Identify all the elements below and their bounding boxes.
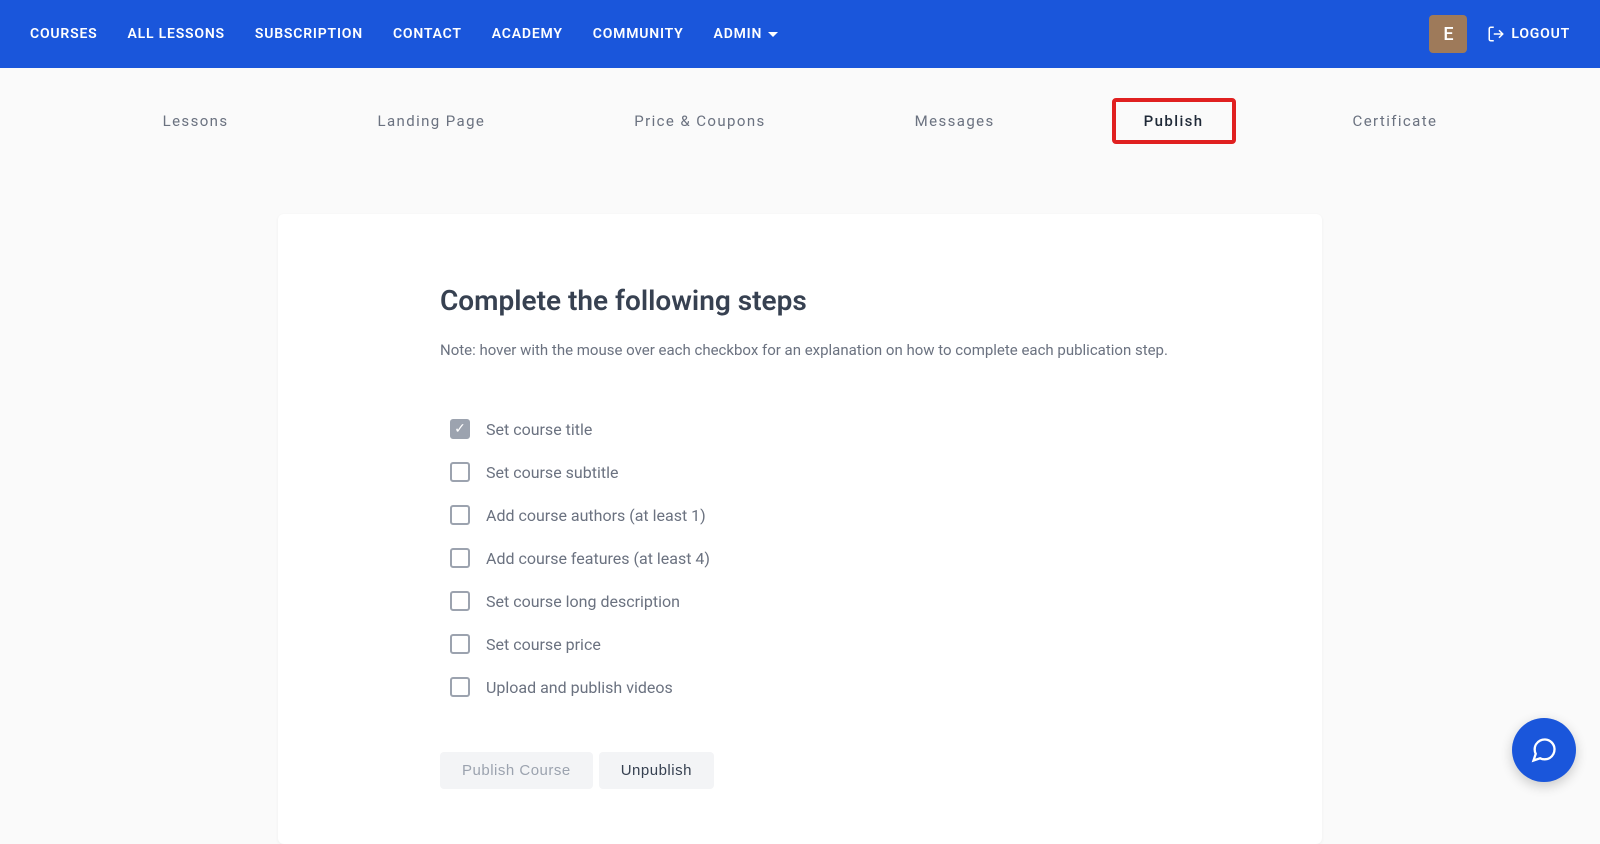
check-label: Add course authors (at least 1): [486, 506, 706, 525]
card-inner: Complete the following steps Note: hover…: [278, 284, 1322, 789]
nav-courses[interactable]: COURSES: [30, 26, 97, 42]
check-item-price[interactable]: Set course price: [450, 634, 1322, 654]
checkbox-icon: [450, 505, 470, 525]
checkbox-icon: [450, 634, 470, 654]
page-title: Complete the following steps: [440, 284, 1322, 317]
tab-landing-page[interactable]: Landing Page: [346, 98, 518, 144]
checkbox-icon: [450, 548, 470, 568]
check-label: Add course features (at least 4): [486, 549, 710, 568]
page-note: Note: hover with the mouse over each che…: [440, 341, 1322, 359]
top-nav: COURSES ALL LESSONS SUBSCRIPTION CONTACT…: [0, 0, 1600, 68]
publish-card: Complete the following steps Note: hover…: [278, 214, 1322, 844]
checkbox-icon: [450, 591, 470, 611]
checkbox-icon: ✓: [450, 419, 470, 439]
nav-community[interactable]: COMMUNITY: [593, 26, 684, 42]
check-item-features[interactable]: Add course features (at least 4): [450, 548, 1322, 568]
check-label: Set course price: [486, 635, 601, 654]
nav-admin-label: ADMIN: [714, 26, 763, 42]
action-buttons: Publish Course Unpublish: [440, 752, 1322, 789]
check-item-title[interactable]: ✓ Set course title: [450, 419, 1322, 439]
check-label: Set course long description: [486, 592, 680, 611]
tab-certificate[interactable]: Certificate: [1321, 98, 1470, 144]
nav-left: COURSES ALL LESSONS SUBSCRIPTION CONTACT…: [30, 26, 778, 42]
check-item-videos[interactable]: Upload and publish videos: [450, 677, 1322, 697]
check-label: Set course subtitle: [486, 463, 618, 482]
logout-button[interactable]: LOGOUT: [1487, 25, 1570, 43]
sub-tabs: Lessons Landing Page Price & Coupons Mes…: [0, 68, 1600, 164]
check-label: Set course title: [486, 420, 592, 439]
chat-icon: [1530, 736, 1558, 764]
nav-contact[interactable]: CONTACT: [393, 26, 462, 42]
tab-price-coupons[interactable]: Price & Coupons: [602, 98, 797, 144]
check-item-authors[interactable]: Add course authors (at least 1): [450, 505, 1322, 525]
unpublish-button[interactable]: Unpublish: [599, 752, 714, 789]
nav-admin[interactable]: ADMIN: [714, 26, 779, 42]
checkbox-icon: [450, 462, 470, 482]
nav-subscription[interactable]: SUBSCRIPTION: [255, 26, 363, 42]
check-label: Upload and publish videos: [486, 678, 673, 697]
check-item-description[interactable]: Set course long description: [450, 591, 1322, 611]
check-item-subtitle[interactable]: Set course subtitle: [450, 462, 1322, 482]
content-area: Complete the following steps Note: hover…: [0, 164, 1600, 844]
logout-label: LOGOUT: [1511, 26, 1570, 42]
logout-icon: [1487, 25, 1505, 43]
caret-down-icon: [768, 32, 778, 37]
nav-all-lessons[interactable]: ALL LESSONS: [127, 26, 224, 42]
checkbox-icon: [450, 677, 470, 697]
publish-course-button[interactable]: Publish Course: [440, 752, 593, 789]
help-fab[interactable]: [1512, 718, 1576, 782]
nav-right: E LOGOUT: [1429, 15, 1570, 53]
checklist: ✓ Set course title Set course subtitle A…: [440, 419, 1322, 697]
nav-academy[interactable]: ACADEMY: [492, 26, 563, 42]
tab-lessons[interactable]: Lessons: [131, 98, 261, 144]
tab-publish[interactable]: Publish: [1112, 98, 1236, 144]
tab-messages[interactable]: Messages: [883, 98, 1027, 144]
avatar[interactable]: E: [1429, 15, 1467, 53]
